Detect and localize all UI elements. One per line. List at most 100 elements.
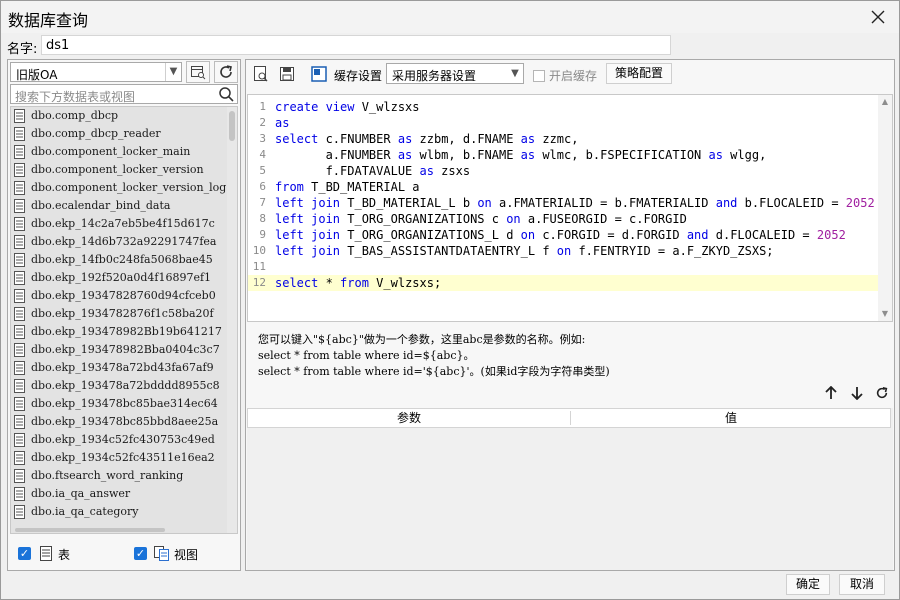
cache-mode-select[interactable]: 采用服务器设置 ▼ [386,63,524,84]
table-list-item[interactable]: dbo.ia_qa_answer [11,485,237,503]
table-list-item[interactable]: dbo.ekp_193478bc85bae314ec64 [11,395,237,413]
editor-line[interactable]: 3 select c.FNUMBER as zzbm, d.FNAME as zz… [248,131,878,147]
line-number: 12 [252,276,266,289]
table-list-item[interactable]: dbo.comp_dbcp [11,107,237,125]
sql-text: V_wlzsxs; [368,276,442,290]
database-select[interactable]: 旧版OA ▼ [10,62,182,82]
table-name: dbo.comp_dbcp [31,109,119,122]
refresh-params-button[interactable] [873,386,891,404]
sql-text: T_ORG_ORGANIZATIONS c [340,212,507,226]
sql-editor[interactable]: 1 create view V_wlzsxs 2 as 3 select c.FNUMBE… [247,94,893,322]
table-icon [14,505,25,519]
arrow-down-icon [851,387,863,401]
editor-line[interactable]: 7 left join T_BD_MATERIAL_L b on a.FMATER… [248,195,878,211]
table-list-item[interactable]: dbo.ecalendar_bind_data [11,197,237,215]
table-list-item[interactable]: dbo.component_locker_main [11,143,237,161]
editor-line[interactable]: 5 f.FDATAVALUE as zsxs [248,163,878,179]
sql-text: b.FLOCALEID = [737,196,846,210]
scroll-down-icon[interactable]: ▼ [878,307,892,321]
refresh-button[interactable] [214,61,238,83]
preview-icon[interactable] [252,65,270,83]
view-icon [154,546,169,561]
code-text: left join T_BAS_ASSISTANTDATAENTRY_L f o… [275,243,774,259]
sql-text: a.FUSEORGID = c.FORGID [520,212,687,226]
line-number: 7 [259,196,266,209]
table-list[interactable]: dbo.comp_dbcp dbo.comp_dbcp_reader dbo.com… [10,106,238,534]
column-header-value[interactable]: 值 [571,409,891,427]
sql-keyword: select [275,276,319,290]
editor-line[interactable]: 2 as [248,115,878,131]
table-list-item[interactable]: dbo.ekp_14c2a7eb5be4f15d617c [11,215,237,233]
table-list-item[interactable]: dbo.ekp_193478a72bd43fa67af9 [11,359,237,377]
policy-config-button[interactable]: 策略配置 [606,63,672,84]
table-icon [14,307,25,321]
line-number: 10 [252,244,266,257]
sql-text: a.FNUMBER [275,148,398,162]
table-list-item[interactable]: dbo.ekp_193478982Bb19b641217 [11,323,237,341]
sql-keyword: left join [275,228,341,242]
table-list-item[interactable]: dbo.ekp_19347828760d94cfceb0 [11,287,237,305]
sql-keyword: as [275,116,290,130]
search-icon[interactable] [217,85,235,103]
table-list-item[interactable]: dbo.ia_qa_category [11,503,237,521]
move-down-button[interactable] [848,386,866,404]
scroll-up-icon[interactable]: ▲ [878,95,892,109]
table-list-item[interactable]: dbo.component_locker_version [11,161,237,179]
editor-scrollbar[interactable]: ▲ ▼ [878,95,892,321]
scrollbar-thumb[interactable] [15,528,165,532]
table-icon [14,253,25,267]
editor-line[interactable]: 12 select * from V_wlzsxs; [248,275,878,291]
move-up-button[interactable] [822,385,840,404]
table-name: dbo.ekp_14fb0c248fa5068bae45 [31,253,213,266]
table-list-item[interactable]: dbo.ekp_14d6b732a92291747fea [11,233,237,251]
enable-cache-checkbox[interactable]: 开启缓存 [533,67,597,84]
table-list-item[interactable]: dbo.ekp_1934782876f1c58ba20f [11,305,237,323]
chevron-down-icon: ▼ [511,68,519,79]
table-icon [14,163,25,177]
editor-line[interactable]: 8 left join T_ORG_ORGANIZATIONS c on a.FU… [248,211,878,227]
editor-line[interactable]: 4 a.FNUMBER as wlbm, b.FNAME as wlmc, b.… [248,147,878,163]
scrollbar-thumb[interactable] [229,111,235,141]
table-icon [14,289,25,303]
sql-text: zzmc, [535,132,579,146]
table-list-item[interactable]: dbo.ekp_1934c52fc430753c49ed [11,431,237,449]
sql-number: 2052 [845,196,875,210]
close-button[interactable] [865,5,891,29]
sql-keyword: on [506,212,521,226]
query-panel: 缓存设置 采用服务器设置 ▼ 开启缓存 策略配置 1 create view V_… [245,59,895,571]
cancel-button[interactable]: 取消 [839,574,885,595]
table-search-input[interactable]: 搜索下方数据表或视图 [10,84,238,104]
table-list-item[interactable]: dbo.comp_dbcp_reader [11,125,237,143]
editor-line[interactable]: 1 create view V_wlzsxs [248,99,878,115]
editor-line[interactable]: 10 left join T_BAS_ASSISTANTDATAENTRY_L f… [248,243,878,259]
horizontal-scrollbar[interactable] [11,527,229,533]
code-text: left join T_ORG_ORGANIZATIONS c on a.FUS… [275,211,687,227]
query-table-button[interactable] [186,61,210,83]
parameter-table[interactable]: 参数 值 [247,408,893,570]
sql-keyword: left join [275,196,341,210]
column-header-param[interactable]: 参数 [248,409,570,427]
table-list-item[interactable]: dbo.ftsearch_word_ranking [11,467,237,485]
table-list-item[interactable]: dbo.ekp_193478982Bba0404c3c7 [11,341,237,359]
line-number: 5 [259,164,266,177]
sql-keyword: and [715,196,738,210]
ok-button[interactable]: 确定 [786,574,830,595]
table-list-item[interactable]: dbo.ekp_192f520a0d4f16897ef1 [11,269,237,287]
arrow-up-icon [825,385,837,399]
save-icon[interactable] [278,65,296,83]
table-list-item[interactable]: dbo.component_locker_version_log [11,179,237,197]
table-list-item[interactable]: dbo.ekp_14fb0c248fa5068bae45 [11,251,237,269]
table-list-item[interactable]: dbo.ekp_193478bc85bbd8aee25a [11,413,237,431]
editor-line[interactable]: 6 from T_BD_MATERIAL a [248,179,878,195]
sql-text: V_wlzsxs [354,100,420,114]
sql-keyword: on [477,196,492,210]
refresh-icon [876,386,888,399]
editor-line[interactable]: 11 [248,259,878,275]
table-list-item[interactable]: dbo.ekp_1934c52fc43511e16ea2 [11,449,237,467]
name-input[interactable] [41,35,671,55]
table-list-item[interactable]: dbo.ekp_193478a72bdddd8955c8 [11,377,237,395]
sql-text: a.FMATERIALID = b.FMATERIALID [491,196,716,210]
vertical-scrollbar[interactable] [227,107,237,533]
editor-line[interactable]: 9 left join T_ORG_ORGANIZATIONS_L d on c.… [248,227,878,243]
sql-keyword: create view [275,100,355,114]
